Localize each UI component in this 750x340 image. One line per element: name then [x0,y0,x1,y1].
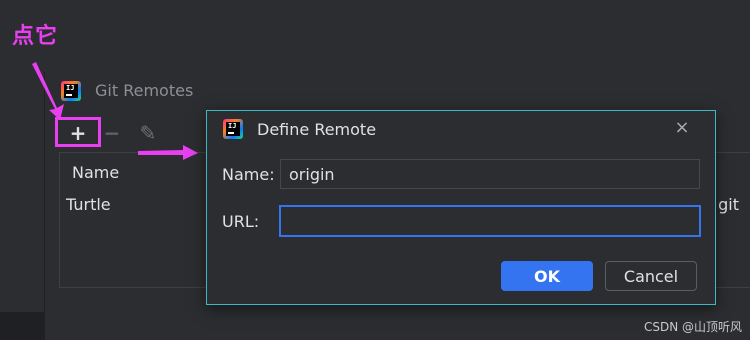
url-label: URL: [222,212,260,231]
annotation-arrow-down [32,62,64,120]
annotation-arrow-right [138,145,198,160]
dialog-title: Define Remote [257,120,377,139]
define-remote-dialog: IJ Define Remote × Name: URL: OK Cancel [206,110,716,305]
url-input[interactable] [279,205,701,237]
ok-button[interactable]: OK [501,261,593,291]
intellij-idea-icon: IJ [223,119,243,139]
close-button[interactable]: × [671,117,693,139]
watermark: CSDN @山顶听风 [643,320,742,334]
cancel-button[interactable]: Cancel [605,261,697,291]
name-input[interactable] [280,159,700,189]
name-label: Name: [222,165,275,184]
close-icon: × [674,117,690,138]
